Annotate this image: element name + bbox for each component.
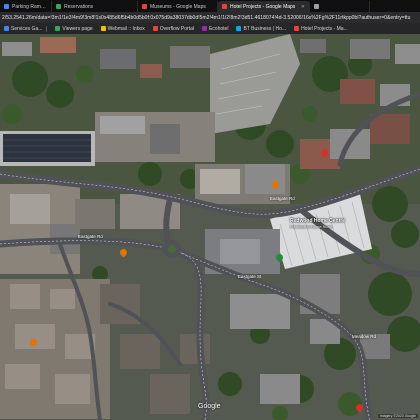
- bookmark-label: Overflow Portal: [159, 25, 194, 32]
- url-text[interactable]: 2/53.2541.26m/data=!3m1!1e3!4m9!3m8!1s0x…: [0, 15, 410, 21]
- bookmark-bt-business[interactable]: BT Business | Ho...: [232, 26, 290, 32]
- tab-favicon-icon: [314, 4, 319, 9]
- bookmark-hotel-projects[interactable]: Hotel Projects - Ma...: [290, 26, 352, 32]
- bookmark-label: Hotel Projects - Ma...: [301, 25, 348, 32]
- tab-label: Parking Ramp bunking Walkthrough 4/8/23: [12, 3, 47, 10]
- bookmark-favicon-icon: [55, 26, 61, 31]
- bookmark-viewers[interactable]: Viewers page: [51, 26, 96, 32]
- tab-museums[interactable]: Museums - Google Maps: [138, 1, 218, 12]
- satellite-map[interactable]: Redwood Home Centre Furniture & Home Sto…: [0, 34, 420, 420]
- map-attribution: Imagery ©2023 Google: [377, 414, 418, 418]
- bookmark-favicon-icon: [100, 26, 106, 31]
- tab-strip: Parking Ramp bunking Walkthrough 4/8/23 …: [0, 0, 420, 12]
- bookmark-favicon-icon: [4, 26, 9, 31]
- tab-favicon-icon: [4, 4, 9, 9]
- road-label-eastgate-rd: Eastgate Rd: [270, 196, 295, 201]
- bookmark-label: Ecohotel: [208, 25, 229, 32]
- tab-hotel-projects[interactable]: Hotel Projects - Google Maps ✕: [218, 1, 310, 12]
- bookmark-services[interactable]: Services Ga...: [0, 25, 51, 32]
- bookmark-favicon-icon: [236, 26, 242, 31]
- bookmark-divider: [46, 25, 48, 32]
- tab-label: Hotel Projects - Google Maps: [230, 3, 296, 10]
- bookmark-webmail[interactable]: Webmail :: Inbox: [97, 26, 149, 32]
- bookmark-favicon-icon: [294, 26, 300, 31]
- maps-favicon-icon: [142, 4, 147, 9]
- bookmark-label: Services Ga...: [11, 25, 43, 32]
- store-subtitle: Furniture & Home Store: [290, 224, 333, 229]
- road-label-eastgate-st: Eastgate St: [238, 274, 262, 279]
- bookmark-ecohotel[interactable]: Ecohotel: [198, 26, 232, 32]
- tab-favicon-icon: [56, 4, 61, 9]
- road-label-eastgate-rd-west: Eastgate Rd: [78, 234, 103, 239]
- bookmark-label: Viewers page: [62, 25, 93, 32]
- bookmark-label: Webmail :: Inbox: [107, 25, 145, 32]
- close-tab-icon[interactable]: ✕: [301, 4, 305, 10]
- address-bar[interactable]: 2/53.2541.26m/data=!3m1!1e3!4m9!3m8!1s0x…: [0, 12, 420, 23]
- tab-label: Reservations: [64, 3, 94, 10]
- tab-reservations[interactable]: Reservations: [52, 1, 138, 12]
- road-label-meadow-rd: Meadow Rd: [352, 334, 377, 339]
- bookmark-favicon-icon: [201, 26, 207, 31]
- google-logo: Google: [198, 403, 221, 410]
- bookmark-favicon-icon: [152, 26, 158, 31]
- bookmark-label: BT Business | Ho...: [243, 25, 287, 32]
- tab-parking[interactable]: Parking Ramp bunking Walkthrough 4/8/23: [0, 1, 52, 12]
- tab-label: Museums - Google Maps: [150, 3, 206, 10]
- maps-favicon-icon: [222, 4, 227, 9]
- bookmark-overflow[interactable]: Overflow Portal: [149, 26, 198, 32]
- tab-blank[interactable]: [310, 1, 370, 12]
- store-label[interactable]: Redwood Home Centre Furniture & Home Sto…: [290, 218, 360, 230]
